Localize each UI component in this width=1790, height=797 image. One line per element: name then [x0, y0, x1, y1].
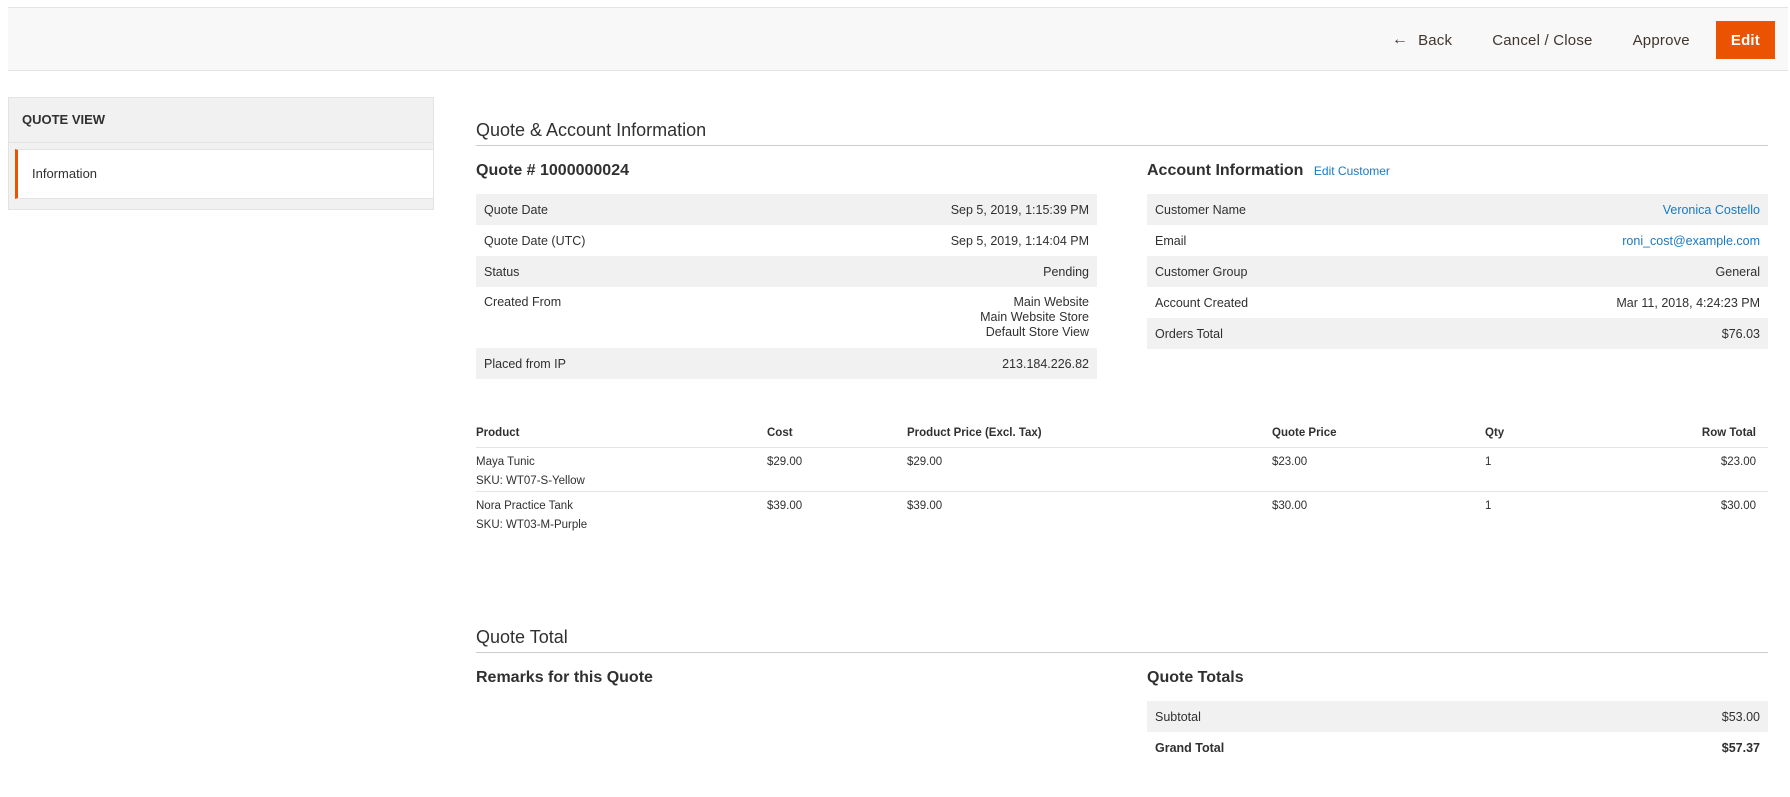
- qty-cell: 1: [1485, 500, 1492, 512]
- section-title-quote-total: Quote Total: [476, 627, 1768, 653]
- created-from-value: Main Website Main Website Store Default …: [744, 287, 1097, 348]
- info-row: Account Created Mar 11, 2018, 4:24:23 PM: [1147, 287, 1768, 318]
- created-from-store-view: Default Store View: [985, 325, 1089, 339]
- column-header-cost: Cost: [767, 427, 907, 448]
- table-row: Maya Tunic SKU: WT07-S-Yellow $29.00 $29…: [476, 447, 1768, 492]
- cancel-close-button[interactable]: Cancel / Close: [1472, 21, 1612, 59]
- page-actions-bar: ← Back Cancel / Close Approve Edit: [8, 7, 1788, 71]
- quote-price-cell: $23.00: [1272, 447, 1485, 492]
- cost-cell: $39.00: [767, 500, 803, 512]
- column-header-qty: Qty: [1485, 427, 1625, 448]
- product-cell: Maya Tunic SKU: WT07-S-Yellow: [476, 447, 767, 492]
- info-label: Status: [476, 256, 745, 287]
- approve-button[interactable]: Approve: [1613, 21, 1710, 59]
- info-value: General: [1399, 256, 1768, 287]
- quote-total-section: Quote Total Remarks for this Quote Quote…: [476, 627, 1768, 763]
- account-info-table: Customer Name Veronica Costello Email ro…: [1147, 194, 1768, 349]
- info-label: Customer Group: [1147, 256, 1400, 287]
- quote-info: Quote # 1000000024 Quote Date Sep 5, 201…: [476, 162, 1097, 379]
- info-label: Orders Total: [1147, 318, 1400, 349]
- info-row: Quote Date Sep 5, 2019, 1:15:39 PM: [476, 194, 1097, 225]
- account-info-title: Account Information Edit Customer: [1147, 162, 1768, 184]
- info-value: Sep 5, 2019, 1:14:04 PM: [950, 233, 1089, 248]
- info-label: Quote Date (UTC): [484, 233, 586, 248]
- column-header-quote-price: Quote Price: [1272, 427, 1485, 448]
- items-header-row: Product Cost Product Price (Excl. Tax) Q…: [476, 427, 1768, 448]
- info-label: Created From: [484, 295, 562, 309]
- quote-price-cell: $30.00: [1272, 500, 1308, 512]
- totals-row-grand-total: Grand Total $57.37: [1147, 732, 1768, 763]
- info-label: Email: [1155, 233, 1187, 248]
- section-title-quote-account: Quote & Account Information: [476, 120, 1768, 146]
- customer-name-link[interactable]: Veronica Costello: [1663, 203, 1760, 217]
- quote-info-table: Quote Date Sep 5, 2019, 1:15:39 PM Quote…: [476, 194, 1097, 379]
- qty-cell: 1: [1485, 447, 1625, 492]
- account-info-heading: Account Information: [1147, 162, 1304, 179]
- product-name: Nora Practice Tank: [476, 500, 573, 512]
- quote-view-page: ← Back Cancel / Close Approve Edit QUOTE…: [0, 0, 1790, 797]
- info-label: Customer Name: [1147, 194, 1400, 225]
- info-row: Email roni_cost@example.com: [1147, 225, 1768, 256]
- totals-value: $57.37: [1721, 740, 1760, 755]
- ip-value: 213.184.226.82: [744, 348, 1097, 379]
- sidebar-title: QUOTE VIEW: [9, 98, 433, 143]
- totals-columns: Remarks for this Quote Quote Totals Subt…: [476, 669, 1768, 763]
- row-total-cell: $23.00: [1625, 447, 1768, 492]
- remarks-column: Remarks for this Quote: [476, 669, 1097, 763]
- quote-totals-table: Subtotal $53.00 Grand Total $57.37: [1147, 701, 1768, 763]
- price-cell: $29.00: [907, 447, 1272, 492]
- page-actions: ← Back Cancel / Close Approve Edit: [1372, 21, 1775, 59]
- arrow-left-icon: ←: [1391, 31, 1409, 48]
- info-row: Placed from IP 213.184.226.82: [476, 348, 1097, 379]
- info-row: Created From Main Website Main Website S…: [476, 287, 1097, 348]
- product-sku: SKU: WT03-M-Purple: [476, 519, 588, 531]
- column-header-price: Product Price (Excl. Tax): [907, 427, 1272, 448]
- sidebar: QUOTE VIEW Information: [8, 97, 434, 210]
- product-sku: SKU: WT07-S-Yellow: [476, 475, 585, 487]
- account-info: Account Information Edit Customer Custom…: [1147, 162, 1768, 379]
- edit-customer-link[interactable]: Edit Customer: [1314, 164, 1390, 178]
- status-value: Pending: [744, 256, 1097, 287]
- info-value: Sep 5, 2019, 1:15:39 PM: [744, 194, 1097, 225]
- info-value: Mar 11, 2018, 4:24:23 PM: [1616, 295, 1760, 310]
- main-content: Quote & Account Information Quote # 1000…: [476, 120, 1768, 763]
- created-from-website: Main Website: [1013, 295, 1090, 309]
- totals-label: Grand Total: [1155, 740, 1225, 755]
- sidebar-footer: [9, 199, 433, 209]
- info-label: Placed from IP: [476, 348, 745, 379]
- info-label: Quote Date: [476, 194, 745, 225]
- row-total-cell: $30.00: [1720, 500, 1756, 512]
- back-button-label: Back: [1418, 31, 1453, 49]
- totals-label: Subtotal: [1147, 701, 1527, 732]
- sidebar-item-information[interactable]: Information: [15, 149, 433, 199]
- info-label: Account Created: [1155, 295, 1249, 310]
- product-cell: Nora Practice Tank SKU: WT03-M-Purple: [476, 492, 767, 536]
- created-from-store: Main Website Store: [980, 310, 1089, 324]
- totals-value: $53.00: [1526, 701, 1768, 732]
- customer-email-link[interactable]: roni_cost@example.com: [1622, 234, 1760, 248]
- info-row: Orders Total $76.03: [1147, 318, 1768, 349]
- info-value: $76.03: [1399, 318, 1768, 349]
- table-row: Nora Practice Tank SKU: WT03-M-Purple $3…: [476, 492, 1768, 536]
- info-row: Customer Group General: [1147, 256, 1768, 287]
- sidebar-item-label: Information: [32, 166, 98, 181]
- column-header-product: Product: [476, 427, 767, 448]
- cost-cell: $29.00: [767, 447, 907, 492]
- quote-totals-title: Quote Totals: [1147, 669, 1244, 686]
- quote-totals-column: Quote Totals Subtotal $53.00 Grand Total…: [1147, 669, 1768, 763]
- info-columns: Quote # 1000000024 Quote Date Sep 5, 201…: [476, 162, 1768, 379]
- info-row: Customer Name Veronica Costello: [1147, 194, 1768, 225]
- price-cell: $39.00: [907, 500, 943, 512]
- info-row: Status Pending: [476, 256, 1097, 287]
- quote-items-table: Product Cost Product Price (Excl. Tax) Q…: [476, 427, 1768, 535]
- product-name: Maya Tunic: [476, 456, 535, 468]
- quote-number-title: Quote # 1000000024: [476, 162, 629, 179]
- totals-row-subtotal: Subtotal $53.00: [1147, 701, 1768, 732]
- info-row: Quote Date (UTC) Sep 5, 2019, 1:14:04 PM: [476, 225, 1097, 256]
- edit-button[interactable]: Edit: [1715, 21, 1775, 59]
- column-header-row-total: Row Total: [1625, 427, 1768, 448]
- remarks-title: Remarks for this Quote: [476, 669, 653, 686]
- back-button[interactable]: ← Back: [1372, 21, 1472, 59]
